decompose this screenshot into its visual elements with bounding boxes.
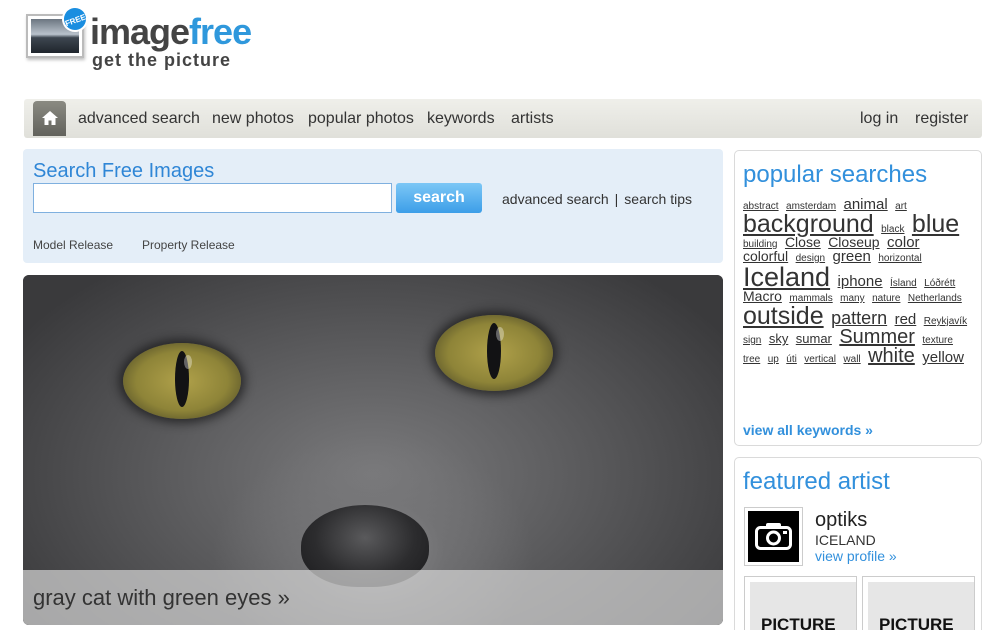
artist-thumbnail[interactable]: PICTURE xyxy=(862,576,975,630)
keyword-tag[interactable]: tree xyxy=(743,354,760,365)
popular-searches-box: popular searches abstract amsterdam anim… xyxy=(734,150,982,446)
search-panel: Search Free Images search advanced searc… xyxy=(23,149,887,263)
link-separator: | xyxy=(614,191,619,207)
artist-thumbnail[interactable]: PICTURE xyxy=(744,576,857,630)
nav-popular-photos[interactable]: popular photos xyxy=(308,109,414,129)
site-logo[interactable]: FREE imagefree get the picture xyxy=(24,2,264,70)
keyword-tag[interactable]: white xyxy=(868,345,915,367)
featured-artist-title: featured artist xyxy=(743,468,890,495)
keyword-tag[interactable]: color xyxy=(887,234,920,251)
keyword-tag[interactable]: texture xyxy=(922,335,953,346)
property-release-label: Property Release xyxy=(142,238,235,252)
keyword-tag[interactable]: art xyxy=(895,201,907,212)
cat-eye-right xyxy=(435,315,553,391)
keyword-tag[interactable]: up xyxy=(768,354,779,365)
cat-eye-left xyxy=(123,343,241,419)
artist-name[interactable]: optiks xyxy=(815,508,867,532)
model-release-checkbox[interactable]: Model Release xyxy=(33,237,778,253)
keyword-tag[interactable]: Netherlands xyxy=(908,293,962,304)
home-icon xyxy=(42,111,58,125)
keyword-tag[interactable]: pattern xyxy=(831,308,887,328)
logo-tagline: get the picture xyxy=(92,50,232,70)
model-release-label: Model Release xyxy=(33,238,114,252)
keyword-tag[interactable]: vertical xyxy=(804,354,836,365)
popular-searches-title: popular searches xyxy=(743,161,928,188)
nav-new-photos[interactable]: new photos xyxy=(212,109,294,129)
featured-artist-box: featured artist optiks ICELAND view prof… xyxy=(734,457,982,630)
thumbnail-placeholder-text: PICTURE xyxy=(879,615,954,630)
nav-artists[interactable]: artists xyxy=(511,109,554,129)
view-all-keywords-link[interactable]: view all keywords » xyxy=(743,422,873,438)
keyword-tag[interactable]: sky xyxy=(769,331,789,346)
search-links: advanced search | search tips xyxy=(502,190,692,208)
thumbnail-placeholder-text: PICTURE xyxy=(761,615,836,630)
keyword-tag[interactable]: Reykjavík xyxy=(924,316,967,327)
tag-cloud: abstract amsterdam animal art background… xyxy=(743,197,975,367)
view-profile-link[interactable]: view profile » xyxy=(815,548,897,564)
search-input[interactable] xyxy=(33,183,392,213)
home-button[interactable] xyxy=(33,101,66,136)
keyword-tag[interactable]: Ísland xyxy=(890,278,917,289)
nav-keywords[interactable]: keywords xyxy=(427,109,495,129)
keyword-tag[interactable]: Close xyxy=(785,234,821,250)
nav-advanced-search[interactable]: advanced search xyxy=(78,109,200,129)
photo-caption-link[interactable]: gray cat with green eyes » xyxy=(33,585,290,611)
keyword-tag[interactable]: sign xyxy=(743,335,761,346)
camera-icon xyxy=(755,523,792,550)
search-title: Search Free Images xyxy=(33,160,215,182)
advanced-search-link[interactable]: advanced search xyxy=(502,191,609,207)
keyword-tag[interactable]: iphone xyxy=(838,273,883,290)
caption-bar: gray cat with green eyes » xyxy=(23,570,723,625)
keyword-tag[interactable]: nature xyxy=(872,293,900,304)
keyword-tag[interactable]: horizontal xyxy=(878,253,921,264)
featured-photo[interactable]: gray cat with green eyes » xyxy=(23,275,723,625)
keyword-tag[interactable]: outside xyxy=(743,302,824,330)
keyword-tag[interactable]: many xyxy=(840,293,864,304)
artist-avatar[interactable] xyxy=(744,507,803,566)
keyword-tag[interactable]: úti xyxy=(786,354,797,365)
search-button[interactable]: search xyxy=(396,183,482,213)
keyword-tag[interactable]: yellow xyxy=(922,349,964,366)
keyword-tag[interactable]: green xyxy=(833,248,871,265)
search-tips-link[interactable]: search tips xyxy=(624,191,692,207)
register-link[interactable]: register xyxy=(915,109,968,129)
keyword-tag[interactable]: sumar xyxy=(796,331,832,346)
property-release-checkbox[interactable]: Property Release xyxy=(142,237,887,253)
keyword-tag[interactable]: Lóðrétt xyxy=(924,278,955,289)
main-nav: advanced search new photos popular photo… xyxy=(24,99,982,138)
artist-country: ICELAND xyxy=(815,532,876,548)
logo-wordmark: imagefree xyxy=(90,11,252,52)
login-link[interactable]: log in xyxy=(860,109,898,129)
keyword-tag[interactable]: wall xyxy=(843,354,860,365)
